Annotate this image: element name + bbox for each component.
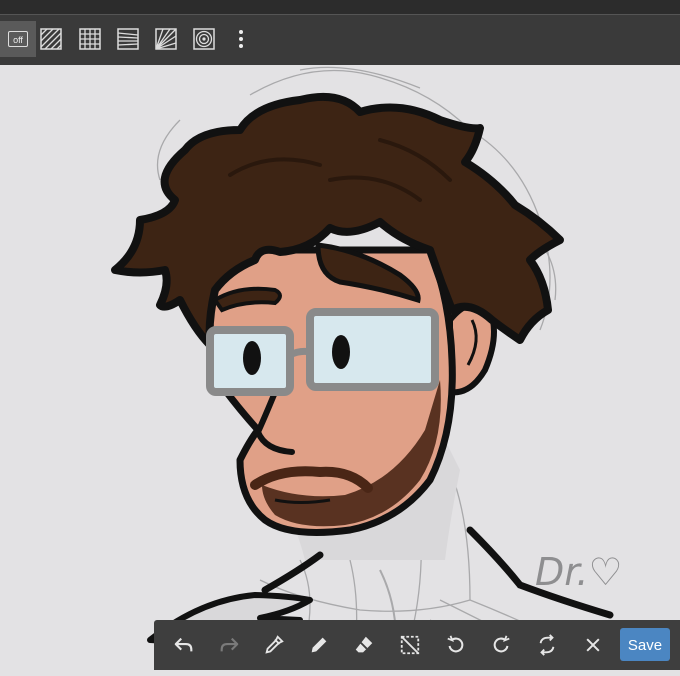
- save-button[interactable]: Save: [620, 628, 670, 661]
- drawing-canvas[interactable]: Dr.♡: [0, 65, 680, 676]
- undo-icon: [174, 637, 193, 652]
- more-vert-icon: [239, 30, 243, 48]
- undo-button[interactable]: [168, 629, 200, 661]
- eraser-button[interactable]: [348, 629, 380, 661]
- eraser-icon: [355, 636, 373, 653]
- drawing-artwork: Dr.♡: [111, 66, 623, 661]
- grid-guide-button[interactable]: [72, 21, 108, 57]
- flip-button[interactable]: [531, 629, 563, 661]
- redo-button[interactable]: [213, 629, 245, 661]
- perspective-guide-button[interactable]: [110, 21, 146, 57]
- close-icon: [586, 638, 600, 652]
- pencil-icon: [311, 637, 327, 653]
- radial-lines-icon: [155, 28, 177, 50]
- redo-icon: [220, 637, 239, 652]
- rotate-right-button[interactable]: [485, 629, 517, 661]
- grid-off-icon: off: [8, 31, 28, 47]
- guides-toolbar: off: [0, 15, 680, 65]
- grid-off-button[interactable]: off: [0, 21, 36, 57]
- selection-button[interactable]: [394, 629, 426, 661]
- concentric-guide-button[interactable]: [186, 21, 222, 57]
- selection-icon: [400, 635, 420, 655]
- diagonal-lines-icon: [40, 28, 62, 50]
- rotate-right-icon: [493, 635, 510, 653]
- concentric-circles-icon: [193, 28, 215, 50]
- rotate-left-button[interactable]: [440, 629, 472, 661]
- eyedropper-icon: [265, 635, 284, 654]
- eyedropper-button[interactable]: [258, 629, 290, 661]
- square-grid-icon: [79, 28, 101, 50]
- rotate-left-icon: [447, 635, 464, 653]
- perspective-lines-icon: [117, 28, 139, 50]
- more-options-button[interactable]: [224, 21, 258, 57]
- close-button[interactable]: [577, 629, 609, 661]
- artist-signature: Dr.♡: [535, 550, 623, 594]
- diagonal-guide-button[interactable]: [33, 21, 69, 57]
- window-top-strip: [0, 0, 680, 15]
- radial-guide-button[interactable]: [148, 21, 184, 57]
- bottom-toolbar: Save: [154, 620, 680, 670]
- flip-icon: [539, 634, 555, 656]
- pencil-button[interactable]: [303, 629, 335, 661]
